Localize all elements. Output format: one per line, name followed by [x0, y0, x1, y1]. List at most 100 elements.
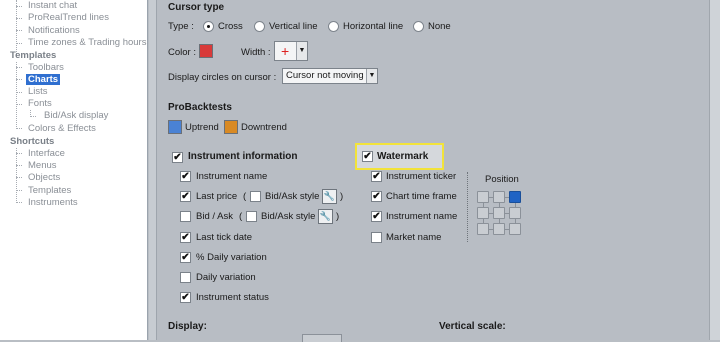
instrument-name-label: Instrument name: [196, 171, 268, 182]
tree-item-interface[interactable]: Interface: [28, 148, 65, 160]
panel-scrollbar[interactable]: [709, 0, 720, 340]
market-name-label: Market name: [386, 232, 442, 243]
radio-none-label: None: [428, 21, 451, 32]
tree-hook: [16, 202, 22, 203]
paren-close: ): [340, 191, 344, 202]
radio-vertical-line[interactable]: [254, 21, 265, 32]
pct-daily-variation-checkbox[interactable]: ✔: [180, 252, 191, 263]
tree-item-charts[interactable]: Charts: [26, 74, 61, 86]
position-middle-right[interactable]: [509, 207, 521, 219]
tree-hook: [16, 18, 22, 19]
tree-hook: [16, 67, 22, 68]
chart-time-frame-checkbox[interactable]: ✔: [371, 191, 382, 202]
instrument-ticker-label: Instrument ticker: [386, 171, 457, 182]
position-grid: [477, 191, 525, 239]
cursor-color-label: Color :: [168, 47, 196, 58]
circles-on-cursor-dropdown[interactable]: Cursor not moving ▼: [282, 68, 378, 84]
tree-item-lists[interactable]: Lists: [28, 86, 48, 98]
cursor-color-swatch[interactable]: [199, 44, 213, 58]
position-bottom-left[interactable]: [477, 223, 489, 235]
daily-variation-checkbox[interactable]: [180, 272, 191, 283]
tree-item-prorealtrend-lines[interactable]: ProRealTrend lines: [28, 12, 109, 24]
cursor-width-symbol: +: [281, 43, 290, 59]
tree-hook: [16, 79, 22, 80]
last-price-checkbox[interactable]: ✔: [180, 191, 191, 202]
vertical-scale-section-title: Vertical scale:: [439, 321, 506, 332]
position-top-center[interactable]: [493, 191, 505, 203]
radio-horizontal-line-label: Horizontal line: [343, 21, 404, 32]
downtrend-label: Downtrend: [241, 122, 287, 133]
tree-item-bid-ask-display[interactable]: Bid/Ask display: [44, 110, 108, 122]
cursor-type-label: Type :: [168, 21, 194, 32]
chevron-down-icon: ▼: [366, 69, 377, 83]
tree-item-instruments[interactable]: Instruments: [28, 197, 78, 209]
position-separator: [467, 172, 468, 242]
position-middle-left[interactable]: [477, 207, 489, 219]
paren-open: (: [239, 211, 243, 222]
tree-hook: [16, 43, 22, 44]
position-label: Position: [485, 174, 519, 185]
position-top-left[interactable]: [477, 191, 489, 203]
position-bottom-center[interactable]: [493, 223, 505, 235]
watermark-title: Watermark: [377, 151, 429, 162]
radio-horizontal-line[interactable]: [328, 21, 339, 32]
tree-item-objects[interactable]: Objects: [28, 172, 60, 184]
tree-hook: [16, 128, 22, 129]
downtrend-color-swatch[interactable]: [224, 120, 238, 134]
tree-item-instant-chat[interactable]: Instant chat: [28, 0, 77, 12]
chart-settings-panel: Cursor type Type : Cross Vertical line H…: [157, 0, 709, 342]
display-control-partial[interactable]: [302, 334, 342, 342]
tree-item-time-zones[interactable]: Time zones & Trading hours: [28, 37, 146, 49]
last-price-label: Last price: [196, 191, 238, 202]
last-tick-date-checkbox[interactable]: ✔: [180, 232, 191, 243]
tree-hook: [16, 92, 22, 93]
circles-on-cursor-label: Display circles on cursor :: [168, 72, 277, 83]
tree-category-templates[interactable]: Templates: [10, 50, 56, 62]
watermark-instrument-name-checkbox[interactable]: ✔: [371, 211, 382, 222]
position-middle-center[interactable]: [493, 207, 505, 219]
instrument-status-label: Instrument status: [196, 292, 269, 303]
wrench-icon[interactable]: 🔧: [318, 209, 333, 224]
instrument-name-checkbox[interactable]: ✔: [180, 171, 191, 182]
radio-none[interactable]: [413, 21, 424, 32]
tree-hook: [16, 177, 22, 178]
radio-cross[interactable]: [203, 21, 214, 32]
uptrend-label: Uptrend: [185, 122, 219, 133]
chevron-down-icon: ▼: [296, 42, 307, 60]
tree-category-shortcuts[interactable]: Shortcuts: [10, 136, 54, 148]
tree-branch-line: [16, 0, 17, 54]
bid-ask-bidask-style-label: Bid/Ask style: [261, 211, 316, 222]
daily-variation-label: Daily variation: [196, 272, 256, 283]
uptrend-color-swatch[interactable]: [168, 120, 182, 134]
probacktests-section-title: ProBacktests: [168, 102, 232, 113]
instrument-information-checkbox[interactable]: ✔: [172, 152, 183, 163]
pct-daily-variation-label: % Daily variation: [196, 252, 267, 263]
tree-item-templates[interactable]: Templates: [28, 185, 71, 197]
wrench-icon[interactable]: 🔧: [322, 189, 337, 204]
tree-hook: [16, 165, 22, 166]
position-top-right[interactable]: [509, 191, 521, 203]
last-price-bidask-style-checkbox[interactable]: [250, 191, 261, 202]
tree-item-colors-effects[interactable]: Colors & Effects: [28, 123, 96, 135]
cursor-width-dropdown[interactable]: + ▼: [274, 41, 308, 61]
tree-item-toolbars[interactable]: Toolbars: [28, 62, 64, 74]
position-bottom-right[interactable]: [509, 223, 521, 235]
tree-hook: [16, 104, 22, 105]
chart-time-frame-label: Chart time frame: [386, 191, 457, 202]
watermark-checkbox[interactable]: ✔: [362, 151, 373, 162]
circles-on-cursor-value: Cursor not moving: [286, 70, 364, 81]
settings-tree: Instant chat ProRealTrend lines Notifica…: [0, 0, 148, 340]
tree-hook: [30, 116, 36, 117]
watermark-instrument-name-label: Instrument name: [386, 211, 458, 222]
bid-ask-bidask-style-checkbox[interactable]: [246, 211, 257, 222]
instrument-ticker-checkbox[interactable]: ✔: [371, 171, 382, 182]
market-name-checkbox[interactable]: [371, 232, 382, 243]
tree-item-notifications[interactable]: Notifications: [28, 25, 80, 37]
instrument-status-checkbox[interactable]: ✔: [180, 292, 191, 303]
tree-item-menus[interactable]: Menus: [28, 160, 57, 172]
tree-item-fonts[interactable]: Fonts: [28, 98, 52, 110]
bid-ask-checkbox[interactable]: [180, 211, 191, 222]
instrument-information-title: Instrument information: [188, 151, 298, 162]
paren-close: ): [336, 211, 340, 222]
tree-scrollbar[interactable]: [149, 0, 157, 340]
